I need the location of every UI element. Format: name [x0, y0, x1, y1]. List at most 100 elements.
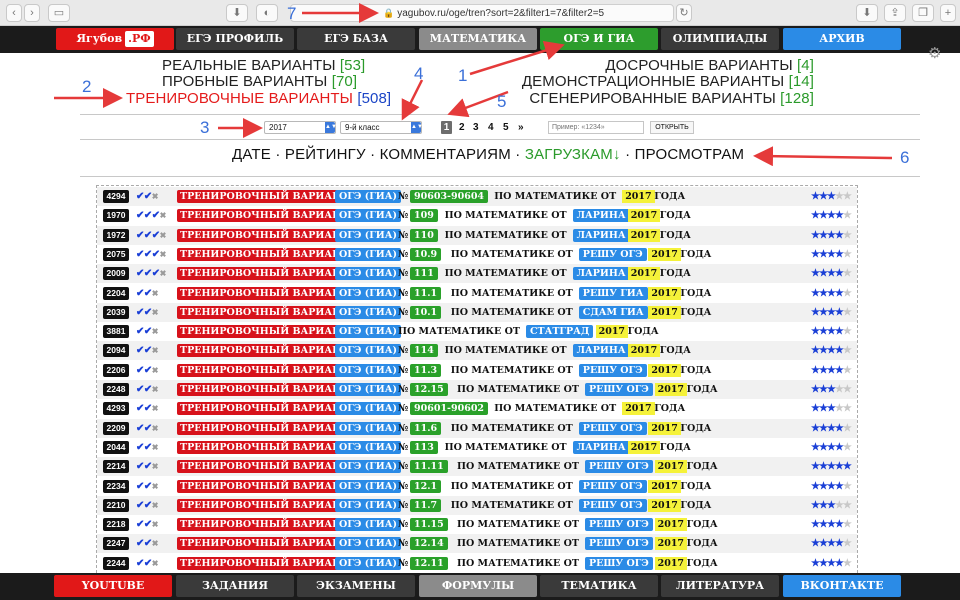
category-training[interactable]: ТРЕНИРОВОЧНЫЕ ВАРИАНТЫ [508] — [126, 90, 391, 107]
exam-badge[interactable]: ОГЭ (ГИА) — [335, 190, 401, 203]
table-row[interactable]: 2218 ✔✔✖ ТРЕНИРОВОЧНЫЙ ВАРИАНТ ОГЭ (ГИА) № 11… — [97, 515, 857, 534]
exam-badge[interactable]: ОГЭ (ГИА) — [335, 498, 401, 512]
source-badge[interactable]: РЕШУ ОГЭ — [585, 518, 653, 532]
page-next[interactable]: » — [518, 121, 524, 134]
exam-badge[interactable]: ОГЭ (ГИА) — [335, 383, 401, 396]
source-badge[interactable]: РЕШУ ГИА — [578, 286, 648, 300]
sort-active-downloads[interactable]: ЗАГРУЗКАМ↓ — [525, 146, 621, 163]
table-row[interactable]: 2044 ✔✔✖ ТРЕНИРОВОЧНЫЙ ВАРИАНТ ОГЭ (ГИА) № 11… — [97, 438, 857, 457]
page-1[interactable]: 1 — [441, 121, 452, 134]
exam-badge[interactable]: ОГЭ (ГИА) — [335, 537, 401, 551]
open-button[interactable]: ОТКРЫТЬ — [650, 121, 694, 134]
nav-formulas[interactable]: ФОРМУЛЫ — [419, 575, 537, 597]
exam-badge[interactable]: ОГЭ (ГИА) — [335, 518, 401, 532]
exam-badge[interactable]: ОГЭ (ГИА) — [335, 556, 401, 570]
nav-oge-gia[interactable]: ОГЭ И ГИА — [540, 28, 658, 50]
table-row[interactable]: 1972 ✔✔✔✖ ТРЕНИРОВОЧНЫЙ ВАРИАНТ ОГЭ (ГИА) № 1… — [97, 225, 857, 245]
category-generated[interactable]: СГЕНЕРИРОВАННЫЕ ВАРИАНТЫ [128] — [529, 90, 814, 107]
variant-number-badge[interactable]: 12.14 — [410, 537, 448, 551]
nav-vkontakte[interactable]: ВКОНТАКТЕ — [783, 575, 901, 597]
reload-icon[interactable]: ↻ — [676, 4, 692, 22]
share-icon[interactable]: ⇪ — [884, 4, 906, 22]
table-row[interactable]: 2210 ✔✔✖ ТРЕНИРОВОЧНЫЙ ВАРИАНТ ОГЭ (ГИА) № 11… — [97, 495, 857, 515]
variant-type-badge[interactable]: ТРЕНИРОВОЧНЫЙ ВАРИАНТ — [177, 325, 352, 339]
nav-exams[interactable]: ЭКЗАМЕНЫ — [297, 575, 415, 597]
variant-type-badge[interactable]: ТРЕНИРОВОЧНЫЙ ВАРИАНТ — [177, 286, 352, 300]
source-badge[interactable]: РЕШУ ОГЭ — [585, 383, 653, 396]
table-row[interactable]: 2204 ✔✔✖ ТРЕНИРОВОЧНЫЙ ВАРИАНТ ОГЭ (ГИА) № 11… — [97, 284, 857, 303]
exam-badge[interactable]: ОГЭ (ГИА) — [335, 440, 401, 454]
variant-number-badge[interactable]: 110 — [410, 228, 438, 242]
variant-number-badge[interactable]: 10.9 — [410, 247, 442, 261]
variant-number-badge[interactable]: 12.11 — [410, 556, 448, 570]
exam-badge[interactable]: ОГЭ (ГИА) — [335, 479, 401, 493]
variant-type-badge[interactable]: ТРЕНИРОВОЧНЫЙ ВАРИАНТ — [177, 556, 352, 570]
sidebar-icon[interactable]: ▭ — [48, 4, 70, 22]
download-icon[interactable]: ⬇ — [226, 4, 248, 22]
page-5[interactable]: 5 — [503, 121, 509, 134]
source-badge[interactable]: РЕШУ ОГЭ — [578, 363, 647, 377]
table-row[interactable]: 2209 ✔✔✖ ТРЕНИРОВОЧНЫЙ ВАРИАНТ ОГЭ (ГИА) № 11… — [97, 418, 857, 438]
source-badge[interactable]: РЕШУ ОГЭ — [585, 460, 653, 474]
table-row[interactable]: 4294 ✔✔✖ ТРЕНИРОВОЧНЫЙ ВАРИАНТ ОГЭ (ГИА) № 90… — [97, 187, 857, 206]
variant-type-badge[interactable]: ТРЕНИРОВОЧНЫЙ ВАРИАНТ — [177, 479, 352, 493]
exam-badge[interactable]: ОГЭ (ГИА) — [335, 344, 401, 358]
downloads-icon[interactable]: ⬇ — [856, 4, 878, 22]
variant-number-badge[interactable]: 10.1 — [410, 305, 442, 319]
variant-type-badge[interactable]: ТРЕНИРОВОЧНЫЙ ВАРИАНТ — [177, 209, 352, 223]
variant-number-badge[interactable]: 12.1 — [410, 479, 442, 493]
variant-type-badge[interactable]: ТРЕНИРОВОЧНЫЙ ВАРИАНТ — [177, 518, 352, 532]
variant-type-badge[interactable]: ТРЕНИРОВОЧНЫЙ ВАРИАНТ — [177, 383, 352, 396]
grade-select[interactable]: 9-й класс ▲▼ — [340, 121, 423, 134]
nav-tasks[interactable]: ЗАДАНИЯ — [176, 575, 294, 597]
source-badge[interactable]: ЛАРИНА — [572, 267, 630, 281]
gear-icon[interactable]: ⚙ — [928, 46, 944, 62]
table-row[interactable]: 3881 ✔✔✖ ТРЕНИРОВОЧНЫЙ ВАРИАНТ ОГЭ (ГИА) ПО … — [97, 322, 857, 341]
category-early[interactable]: ДОСРОЧНЫЕ ВАРИАНТЫ [4] — [605, 57, 814, 74]
category-trial[interactable]: ПРОБНЫЕ ВАРИАНТЫ [70] — [162, 73, 357, 90]
table-row[interactable]: 2075 ✔✔✔✖ ТРЕНИРОВОЧНЫЙ ВАРИАНТ ОГЭ (ГИА) № 1… — [97, 245, 857, 264]
variant-type-badge[interactable]: ТРЕНИРОВОЧНЫЙ ВАРИАНТ — [177, 247, 352, 261]
variant-type-badge[interactable]: ТРЕНИРОВОЧНЫЙ ВАРИАНТ — [177, 460, 352, 474]
table-row[interactable]: 2244 ✔✔✖ ТРЕНИРОВОЧНЫЙ ВАРИАНТ ОГЭ (ГИА) № 12… — [97, 554, 857, 573]
table-row[interactable]: 2039 ✔✔✖ ТРЕНИРОВОЧНЫЙ ВАРИАНТ ОГЭ (ГИА) № 10… — [97, 302, 857, 322]
source-badge[interactable]: РЕШУ ОГЭ — [578, 479, 647, 493]
nav-youtube[interactable]: YOUTUBE — [54, 575, 172, 597]
source-badge[interactable]: РЕШУ ОГЭ — [578, 247, 647, 261]
source-badge[interactable]: ЛАРИНА — [572, 344, 630, 358]
source-badge[interactable]: РЕШУ ОГЭ — [585, 537, 653, 551]
tabs-icon[interactable]: ❐ — [912, 4, 934, 22]
variant-number-badge[interactable]: 114 — [410, 344, 438, 358]
category-demo[interactable]: ДЕМОНСТРАЦИОННЫЕ ВАРИАНТЫ [14] — [522, 73, 814, 90]
source-badge[interactable]: РЕШУ ОГЭ — [578, 421, 647, 435]
table-row[interactable]: 2206 ✔✔✖ ТРЕНИРОВОЧНЫЙ ВАРИАНТ ОГЭ (ГИА) № 11… — [97, 361, 857, 380]
variant-type-badge[interactable]: ТРЕНИРОВОЧНЫЙ ВАРИАНТ — [177, 228, 352, 242]
sort-links[interactable]: ДАТЕ · РЕЙТИНГУ · КОММЕНТАРИЯМ · — [232, 146, 520, 163]
table-row[interactable]: 2009 ✔✔✔✖ ТРЕНИРОВОЧНЫЙ ВАРИАНТ ОГЭ (ГИА) № 1… — [97, 264, 857, 284]
page-3[interactable]: 3 — [473, 121, 479, 134]
exam-badge[interactable]: ОГЭ (ГИА) — [335, 267, 401, 281]
variant-number-badge[interactable]: 90601-90602 — [410, 402, 489, 416]
exam-badge[interactable]: ОГЭ (ГИА) — [335, 286, 401, 300]
variant-number-badge[interactable]: 12.15 — [410, 383, 448, 396]
source-badge[interactable]: ЛАРИНА — [572, 209, 630, 223]
page-4[interactable]: 4 — [488, 121, 494, 134]
variant-number-badge[interactable]: 11.11 — [410, 460, 448, 474]
nav-ege-profile[interactable]: ЕГЭ ПРОФИЛЬ — [176, 28, 294, 50]
variant-number-badge[interactable]: 11.3 — [410, 363, 442, 377]
year-select[interactable]: 2017 ▲▼ — [264, 121, 337, 134]
category-real[interactable]: РЕАЛЬНЫЕ ВАРИАНТЫ [53] — [162, 57, 365, 74]
address-bar[interactable]: 🔒 yagubov.ru/oge/tren?sort=2&filter1=7&fi… — [290, 4, 674, 22]
variant-type-badge[interactable]: ТРЕНИРОВОЧНЫЙ ВАРИАНТ — [177, 267, 352, 281]
forward-button[interactable]: › — [24, 4, 40, 22]
table-row[interactable]: 2094 ✔✔✖ ТРЕНИРОВОЧНЫЙ ВАРИАНТ ОГЭ (ГИА) № 11… — [97, 341, 857, 361]
variant-number-badge[interactable]: 11.1 — [410, 286, 442, 300]
exam-badge[interactable]: ОГЭ (ГИА) — [335, 421, 401, 435]
variant-number-badge[interactable]: 109 — [410, 209, 438, 223]
exam-badge[interactable]: ОГЭ (ГИА) — [335, 209, 401, 223]
variant-number-badge[interactable]: 113 — [410, 440, 438, 454]
table-row[interactable]: 2248 ✔✔✖ ТРЕНИРОВОЧНЫЙ ВАРИАНТ ОГЭ (ГИА) № 12… — [97, 380, 857, 399]
page-2[interactable]: 2 — [459, 121, 465, 134]
exam-badge[interactable]: ОГЭ (ГИА) — [335, 325, 401, 339]
source-badge[interactable]: РЕШУ ОГЭ — [585, 556, 653, 570]
